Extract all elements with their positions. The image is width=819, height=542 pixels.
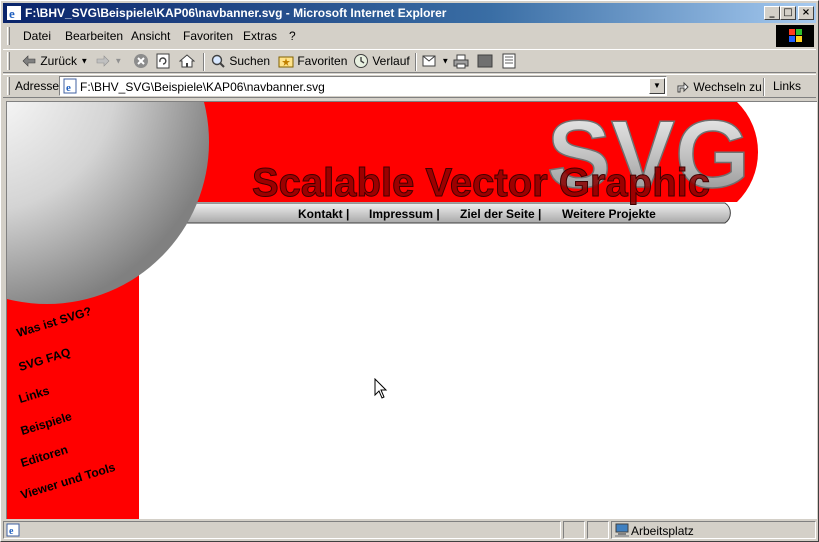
windows-logo — [776, 25, 814, 47]
address-url: F:\BHV_SVG\Beispiele\KAP06\navbanner.svg — [80, 80, 325, 94]
toolbar-separator — [415, 53, 417, 71]
window-title: F:\BHV_SVG\Beispiele\KAP06\navbanner.svg… — [25, 6, 447, 20]
mouse-cursor-icon — [374, 378, 388, 399]
forward-arrow-icon — [96, 55, 110, 67]
toolbar-separator — [203, 53, 205, 71]
top-nav-projekte[interactable]: Weitere Projekte — [562, 207, 656, 221]
favorites-folder-icon — [278, 56, 294, 68]
search-label: Suchen — [229, 54, 271, 68]
forward-dropdown-icon[interactable]: ▼ — [114, 57, 122, 66]
home-button[interactable] — [178, 53, 196, 71]
page-icon: e — [63, 78, 77, 94]
address-bar: Adresse e F:\BHV_SVG\Beispiele\KAP06\nav… — [3, 74, 816, 98]
browser-window: e F:\BHV_SVG\Beispiele\KAP06\navbanner.s… — [0, 0, 819, 542]
go-arrow-icon — [677, 81, 689, 93]
address-label: Adresse — [15, 79, 60, 93]
search-icon — [211, 54, 225, 68]
back-arrow-icon — [22, 55, 36, 67]
status-main-cell: e — [3, 521, 561, 539]
stop-icon — [134, 54, 148, 68]
close-button[interactable]: × — [798, 6, 814, 20]
back-button[interactable]: Zurück ▼ — [21, 53, 88, 71]
menu-extras[interactable]: Extras — [243, 29, 277, 43]
stop-button[interactable] — [133, 53, 149, 71]
favorites-button[interactable]: Favoriten — [278, 53, 347, 71]
refresh-button[interactable] — [155, 53, 171, 71]
history-icon — [354, 54, 368, 68]
edit-button[interactable] — [477, 53, 493, 71]
menu-ansicht[interactable]: Ansicht — [131, 29, 170, 43]
status-cell — [563, 521, 585, 539]
edit-icon — [477, 54, 493, 68]
toolbar-grip[interactable] — [7, 52, 10, 70]
title-bar[interactable]: e F:\BHV_SVG\Beispiele\KAP06\navbanner.s… — [3, 3, 816, 23]
address-separator — [763, 78, 765, 96]
ie-logo-icon: e — [7, 6, 21, 21]
address-input[interactable]: e F:\BHV_SVG\Beispiele\KAP06\navbanner.s… — [59, 76, 667, 96]
discuss-button[interactable] — [501, 53, 517, 71]
windows-flag-icon — [789, 29, 802, 42]
menu-datei[interactable]: Datei — [23, 29, 51, 43]
menu-favoriten[interactable]: Favoriten — [183, 29, 233, 43]
mail-button[interactable]: ▼ — [422, 53, 449, 71]
top-nav-kontakt[interactable]: Kontakt | — [298, 207, 349, 221]
top-nav-impressum[interactable]: Impressum | — [369, 207, 440, 221]
svg-text:e: e — [9, 526, 14, 537]
back-dropdown-icon[interactable]: ▼ — [80, 57, 88, 66]
go-button[interactable]: Wechseln zu — [676, 79, 762, 94]
history-button[interactable]: Verlauf — [353, 53, 410, 71]
menu-bearbeiten[interactable]: Bearbeiten — [65, 29, 123, 43]
home-icon — [178, 54, 196, 68]
links-button[interactable]: Links — [773, 79, 801, 93]
address-dropdown-button[interactable]: ▼ — [649, 78, 665, 94]
menu-bar: Datei Bearbeiten Ansicht Favoriten Extra… — [3, 25, 773, 47]
mail-icon — [422, 55, 436, 67]
mail-dropdown-icon[interactable]: ▼ — [441, 57, 449, 66]
print-button[interactable] — [453, 53, 469, 71]
top-nav-ziel[interactable]: Ziel der Seite | — [460, 207, 541, 221]
addressbar-grip[interactable] — [7, 77, 10, 95]
status-bar: e Arbeitsplatz — [3, 520, 816, 540]
search-button[interactable]: Suchen — [210, 53, 270, 71]
svg-text:e: e — [66, 82, 71, 94]
forward-button[interactable]: ▼ — [95, 53, 122, 71]
go-label: Wechseln zu — [693, 79, 762, 94]
back-label: Zurück — [40, 54, 78, 68]
menu-grip[interactable] — [7, 27, 10, 45]
silver-circle — [7, 102, 209, 304]
status-zone-cell: Arbeitsplatz — [611, 521, 816, 539]
refresh-icon — [156, 53, 170, 69]
page-content: SVG Scalable Vector Graphic Kontakt | Im… — [6, 101, 817, 519]
svg-text:e: e — [9, 6, 15, 21]
page-status-icon: e — [6, 523, 20, 537]
discuss-icon — [502, 53, 516, 69]
menu-help[interactable]: ? — [289, 29, 296, 43]
printer-icon — [453, 54, 469, 69]
chevron-down-icon: ▼ — [653, 81, 661, 90]
minimize-button[interactable]: _ — [764, 6, 780, 20]
standard-toolbar: Zurück ▼ ▼ Suchen Favoriten Verlauf ▼ — [3, 49, 816, 73]
status-cell — [587, 521, 609, 539]
maximize-button[interactable]: □ — [780, 6, 796, 20]
zone-label: Arbeitsplatz — [631, 524, 694, 538]
computer-icon — [615, 523, 629, 537]
favorites-label: Favoriten — [297, 54, 348, 68]
history-label: Verlauf — [372, 54, 410, 68]
banner-graphic: SVG Scalable Vector Graphic — [7, 102, 759, 304]
banner-heading: Scalable Vector Graphic — [252, 161, 710, 205]
